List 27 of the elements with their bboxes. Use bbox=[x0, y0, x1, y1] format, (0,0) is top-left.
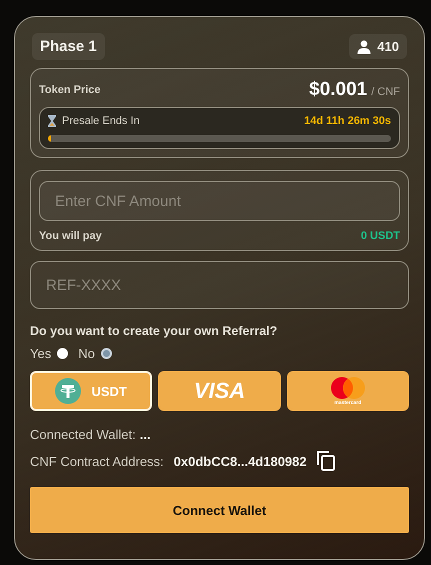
referral-question: Do you want to create your own Referral? bbox=[30, 324, 278, 338]
user-icon bbox=[357, 40, 372, 54]
copy-icon[interactable] bbox=[316, 451, 335, 471]
token-price-label: Token Price bbox=[39, 84, 101, 96]
amount-input-field[interactable]: Enter CNF Amount bbox=[39, 181, 400, 221]
phase-label: Phase 1 bbox=[32, 33, 105, 60]
pay-amount: 0 USDT bbox=[360, 230, 400, 242]
connect-wallet-button[interactable]: Connect Wallet bbox=[30, 487, 409, 533]
price-unit: / CNF bbox=[371, 86, 400, 98]
contract-label: CNF Contract Address: bbox=[30, 454, 164, 468]
participants-count: 410 bbox=[377, 39, 399, 54]
wallet-label: Connected Wallet: bbox=[30, 427, 136, 442]
visa-button[interactable]: VISA bbox=[158, 371, 281, 411]
radio-button[interactable] bbox=[100, 348, 112, 359]
countdown-time: 14d 11h 26m 30s bbox=[304, 115, 391, 127]
radio-button[interactable] bbox=[57, 348, 68, 359]
contract-address: 0x0dbCC8...4d180982 bbox=[174, 454, 307, 468]
countdown-label: Presale Ends In bbox=[62, 115, 140, 127]
option-label: Yes bbox=[30, 346, 52, 361]
token-price-value: $0.001 bbox=[309, 79, 368, 100]
tether-logo-icon bbox=[55, 378, 82, 404]
referral-input-field[interactable]: REF-XXXX bbox=[30, 261, 409, 309]
option-label: No bbox=[78, 346, 95, 361]
hourglass-icon bbox=[48, 115, 56, 127]
wallet-value: ... bbox=[140, 427, 151, 442]
usdt-button[interactable]: USDT bbox=[30, 371, 152, 411]
pay-label: You will pay bbox=[39, 230, 102, 242]
